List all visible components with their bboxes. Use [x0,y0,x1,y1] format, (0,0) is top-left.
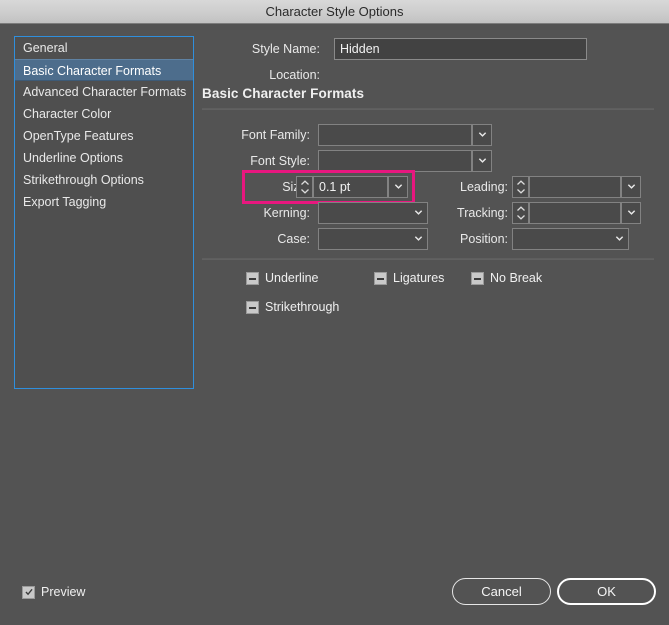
section-heading: Basic Character Formats [202,86,365,101]
dialog-title: Character Style Options [265,4,404,19]
case-label: Case: [277,232,310,246]
sidebar-item-label: Advanced Character Formats [23,85,187,99]
options-panel: Style Name: Hidden Location: Basic Chara… [200,36,655,336]
sidebar-item-label: Export Tagging [23,195,107,209]
checkbox-label: Strikethrough [265,300,340,314]
sidebar-item-basic-character-formats[interactable]: Basic Character Formats [15,59,193,81]
sidebar-item-strikethrough-options[interactable]: Strikethrough Options [15,169,193,191]
sidebar-item-export-tagging[interactable]: Export Tagging [15,191,193,213]
position-dropdown[interactable] [512,228,629,250]
sidebar-item-character-color[interactable]: Character Color [15,103,193,125]
checkbox-indeterminate-icon[interactable] [246,301,259,314]
sidebar-item-general[interactable]: General [15,37,193,59]
sidebar-item-label: Basic Character Formats [23,64,162,78]
chevron-down-icon [394,182,403,190]
checkbox-label: No Break [490,271,543,285]
size-dropdown-button[interactable] [388,176,408,198]
leading-stepper[interactable] [512,176,529,198]
category-list[interactable]: General Basic Character Formats Advanced… [14,36,194,389]
stepper-up-icon [516,180,525,185]
leading-dropdown-button[interactable] [621,176,641,198]
chevron-down-icon [478,156,487,164]
position-label: Position: [460,232,508,246]
font-style-combo[interactable] [318,150,492,172]
preview-label: Preview [41,585,86,599]
font-style-dropdown-button[interactable] [472,150,492,172]
sidebar-item-opentype-features[interactable]: OpenType Features [15,125,193,147]
checkbox-indeterminate-icon[interactable] [246,272,259,285]
stepper-down-icon [516,215,525,220]
sidebar-item-advanced-character-formats[interactable]: Advanced Character Formats [15,81,193,103]
leading-label: Leading: [460,180,508,194]
stepper-up-icon [300,180,309,185]
sidebar-item-label: Underline Options [23,151,124,165]
sidebar-item-underline-options[interactable]: Underline Options [15,147,193,169]
chevron-down-icon [478,130,487,138]
divider-top [202,108,654,110]
checkbox-indeterminate-icon[interactable] [471,272,484,285]
font-family-combo[interactable] [318,124,492,146]
leading-combo[interactable] [529,176,641,198]
size-label: Size: [200,176,310,198]
kerning-label: Kerning: [263,206,310,220]
kerning-dropdown[interactable] [318,202,428,224]
checkbox-label: Underline [265,271,319,285]
checkbox-label: Ligatures [393,271,445,285]
font-family-dropdown-button[interactable] [472,124,492,146]
size-combo[interactable]: 0.1 pt [313,176,408,198]
style-name-label: Style Name: [251,42,320,56]
sidebar-item-label: OpenType Features [23,129,134,143]
style-name-input[interactable]: Hidden [334,38,587,60]
character-style-options-dialog: Character Style Options General Basic Ch… [0,0,669,625]
divider-bottom [202,258,654,260]
stepper-up-icon [516,206,525,211]
tracking-dropdown-button[interactable] [621,202,641,224]
sidebar-item-label: General [23,41,68,55]
size-input[interactable]: 0.1 pt [313,176,388,198]
tracking-label: Tracking: [457,206,508,220]
size-stepper[interactable] [296,176,313,198]
chevron-down-icon [627,208,636,216]
chevron-down-icon [615,234,624,242]
sidebar-item-label: Character Color [23,107,112,121]
font-family-label: Font Family: [241,128,310,142]
cancel-button[interactable]: Cancel [452,578,551,605]
sidebar-item-label: Strikethrough Options [23,173,144,187]
chevron-down-icon [627,182,636,190]
font-style-input[interactable] [318,150,472,172]
tracking-stepper[interactable] [512,202,529,224]
case-dropdown[interactable] [318,228,428,250]
tracking-combo[interactable] [529,202,641,224]
ok-button[interactable]: OK [557,578,656,605]
checkbox-checked-icon[interactable] [22,586,35,599]
location-label: Location: [269,68,320,82]
dialog-titlebar[interactable]: Character Style Options [0,0,669,24]
stepper-down-icon [516,189,525,194]
tracking-input[interactable] [529,202,621,224]
leading-input[interactable] [529,176,621,198]
checkbox-indeterminate-icon[interactable] [374,272,387,285]
font-family-input[interactable] [318,124,472,146]
font-style-label: Font Style: [250,154,310,168]
stepper-down-icon [300,189,309,194]
